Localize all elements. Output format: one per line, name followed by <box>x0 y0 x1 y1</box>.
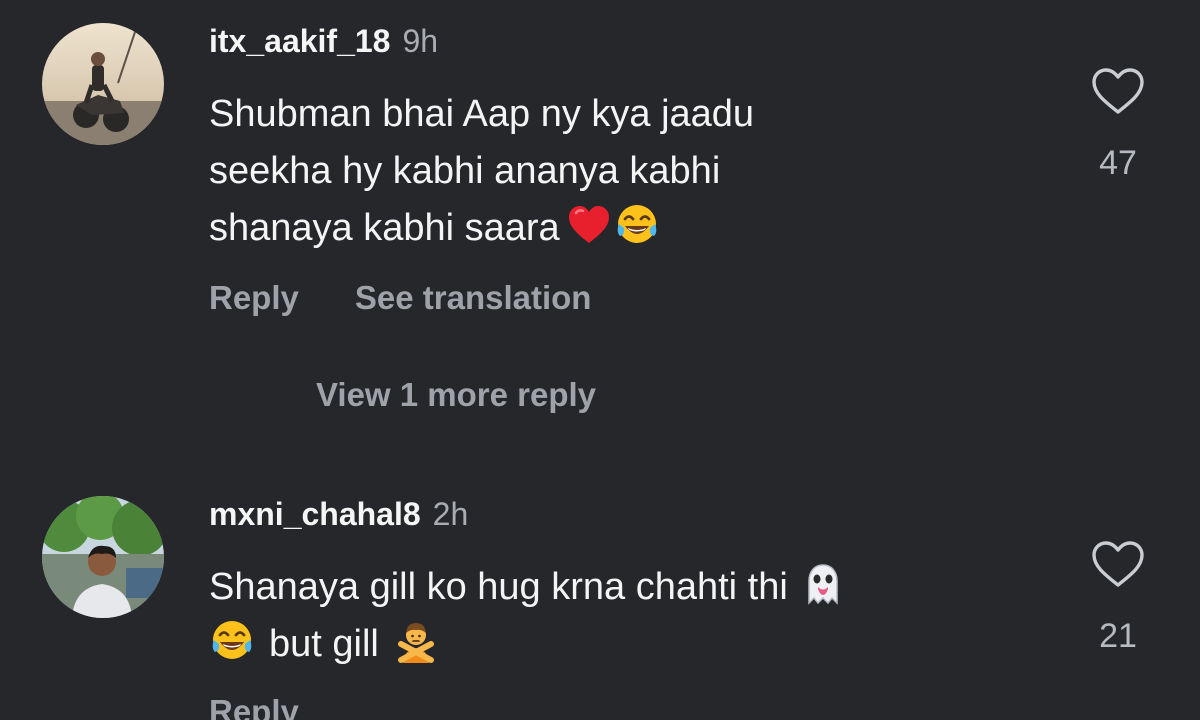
ghost-icon <box>800 561 846 607</box>
like-count: 21 <box>1099 617 1137 655</box>
tears-of-joy-icon <box>614 202 660 248</box>
comment-text-fragment: but gill <box>269 623 379 665</box>
comment-text-fragment: Shanaya gill ko hug krna chahti thi <box>209 566 788 608</box>
comment-text: Shubman bhai Aap ny kya jaadu seekha hy … <box>209 86 1069 257</box>
comment-text-line: Shanaya gill ko hug krna chahti thi <box>209 559 1069 616</box>
comment-actions: Reply <box>209 692 299 720</box>
reply-button[interactable]: Reply <box>209 279 299 316</box>
heart-outline-icon <box>1092 68 1144 114</box>
avatar[interactable] <box>42 23 164 145</box>
comment-actions: Reply See translation <box>209 278 591 318</box>
timestamp: 9h <box>402 23 439 59</box>
view-more-replies-button[interactable]: View 1 more reply <box>316 375 596 415</box>
comment-text-line: seekha hy kabhi ananya kabhi <box>209 150 721 192</box>
tears-of-joy-icon <box>209 618 255 664</box>
comment-item: itx_aakif_18 9h Shubman bhai Aap ny kya j… <box>0 0 1200 413</box>
comment-header: itx_aakif_18 9h <box>209 21 438 61</box>
timestamp: 2h <box>432 496 469 532</box>
avatar[interactable] <box>42 496 164 618</box>
like-count: 47 <box>1099 144 1137 182</box>
comment-text: Shanaya gill ko hug krna chahti thi but … <box>209 559 1069 673</box>
comment-text-line: but gill <box>209 616 1069 673</box>
like-button[interactable] <box>1090 67 1146 117</box>
reply-button[interactable]: Reply <box>209 693 299 720</box>
person-gesturing-no-icon <box>393 618 439 664</box>
see-translation-button[interactable]: See translation <box>355 279 592 316</box>
avatar-image <box>42 23 164 145</box>
red-heart-icon <box>566 202 612 248</box>
heart-outline-icon <box>1092 541 1144 587</box>
comment-header: mxni_chahal8 2h <box>209 494 468 534</box>
like-button[interactable] <box>1090 540 1146 590</box>
username[interactable]: itx_aakif_18 <box>209 23 390 59</box>
username[interactable]: mxni_chahal8 <box>209 496 421 532</box>
comment-item: mxni_chahal8 2h Shanaya gill ko hug krna … <box>0 470 1200 720</box>
comments-screen: itx_aakif_18 9h Shubman bhai Aap ny kya j… <box>0 0 1200 720</box>
comment-text-line: Shubman bhai Aap ny kya jaadu <box>209 93 755 135</box>
avatar-image <box>42 496 164 618</box>
comment-text-line: shanaya kabhi saara <box>209 200 1069 257</box>
comment-text-fragment: shanaya kabhi saara <box>209 207 560 249</box>
